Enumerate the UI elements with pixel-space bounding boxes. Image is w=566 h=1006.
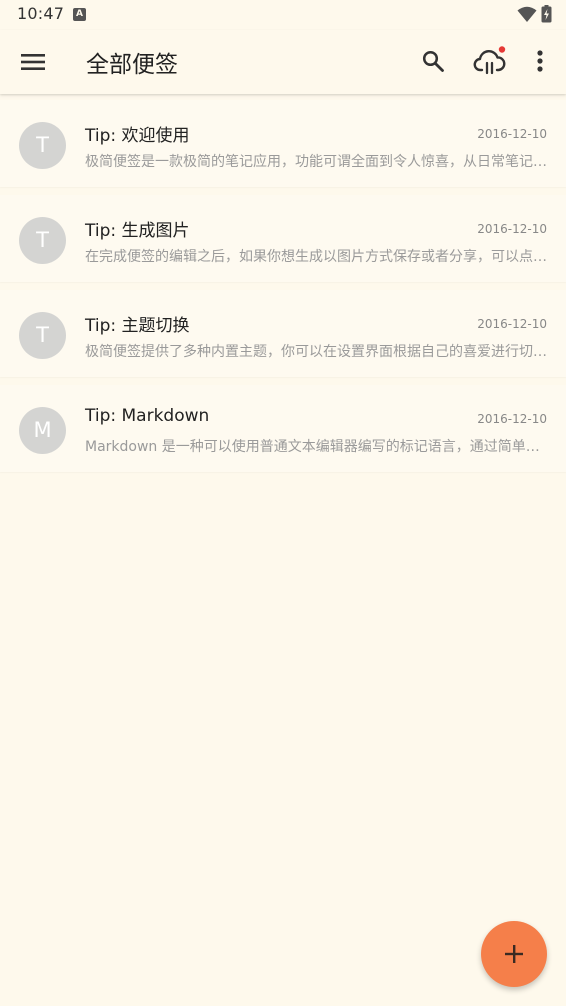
screen: 10:47 A 全部便签 T Tip: 欢迎使用 2016-12-10 极简便签… [0, 0, 566, 1006]
menu-button[interactable] [13, 42, 53, 82]
note-item[interactable]: T Tip: 欢迎使用 2016-12-10 极简便签是一款极简的笔记应用，功能… [0, 100, 566, 187]
note-item[interactable]: T Tip: 生成图片 2016-12-10 在完成便签的编辑之后，如果你想生成… [0, 195, 566, 282]
wifi-icon [517, 6, 537, 22]
note-avatar: M [19, 407, 66, 454]
more-options-button[interactable] [522, 41, 558, 81]
note-title: Tip: Markdown [85, 406, 210, 426]
search-button[interactable] [413, 41, 453, 81]
battery-icon [541, 5, 552, 23]
plus-icon [505, 945, 523, 963]
note-avatar: T [19, 217, 66, 264]
cloud-sync-button[interactable] [469, 41, 511, 81]
sync-badge [498, 46, 506, 53]
note-title: Tip: 欢迎使用 [85, 126, 190, 146]
note-date: 2016-12-10 [477, 317, 547, 331]
note-preview: 在完成便签的编辑之后，如果你想生成以图片方式保存或者分享，可以点击菜单 [85, 249, 547, 265]
note-date: 2016-12-10 [477, 222, 547, 236]
note-preview: 极简便签是一款极简的笔记应用，功能可谓全面到令人惊喜，从日常笔记到待办清单 [85, 154, 547, 170]
a-icon: A [73, 8, 86, 21]
more-vert-icon [537, 50, 543, 72]
note-title: Tip: 生成图片 [85, 221, 190, 241]
note-item[interactable]: M Tip: Markdown 2016-12-10 Markdown 是一种可… [0, 385, 566, 472]
note-item[interactable]: T Tip: 主题切换 2016-12-10 极简便签提供了多种内置主题，你可以… [0, 290, 566, 377]
note-avatar: T [19, 122, 66, 169]
note-date: 2016-12-10 [477, 412, 547, 426]
note-preview: Markdown 是一种可以使用普通文本编辑器编写的标记语言，通过简单的标记语法 [85, 439, 547, 455]
note-avatar: T [19, 312, 66, 359]
note-title: Tip: 主题切换 [85, 316, 190, 336]
page-title: 全部便签 [86, 52, 178, 78]
menu-icon [21, 54, 45, 70]
app-bar: 全部便签 [0, 30, 566, 94]
add-note-button[interactable] [481, 921, 547, 987]
notes-list: T Tip: 欢迎使用 2016-12-10 极简便签是一款极简的笔记应用，功能… [0, 100, 566, 480]
status-time: 10:47 [17, 4, 65, 23]
status-bar: 10:47 A [0, 0, 566, 30]
cloud-sync-icon [473, 46, 506, 75]
note-preview: 极简便签提供了多种内置主题，你可以在设置界面根据自己的喜爱进行切换选择 [85, 344, 547, 360]
search-icon [422, 50, 444, 72]
note-date: 2016-12-10 [477, 127, 547, 141]
status-icons [517, 5, 552, 23]
